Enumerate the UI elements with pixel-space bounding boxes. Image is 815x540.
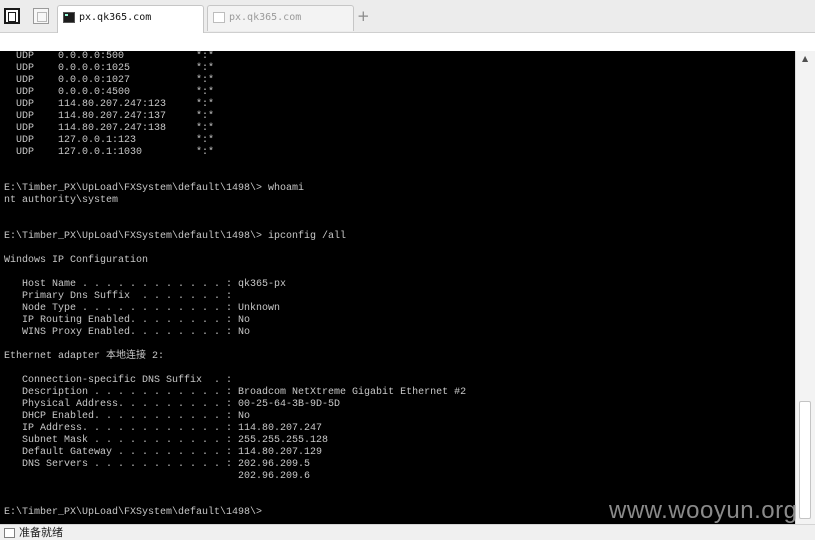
terminal-line: UDP 114.80.207.247:123 *:* xyxy=(4,99,215,110)
terminal-output: UDP 0.0.0.0:500 *:* UDP 0.0.0.0:1025 *:*… xyxy=(4,51,466,519)
document-icon xyxy=(213,12,225,23)
status-page-icon xyxy=(4,528,15,538)
terminal-line: Default Gateway . . . . . . . . . : 114.… xyxy=(4,447,323,458)
terminal-line: IP Address. . . . . . . . . . . . : 114.… xyxy=(4,423,323,434)
terminal-line: DNS Servers . . . . . . . . . . . : 202.… xyxy=(4,459,311,470)
terminal-line: E:\Timber_PX\UpLoad\FXSystem\default\149… xyxy=(4,507,263,518)
window-layout-icon[interactable] xyxy=(4,8,20,24)
terminal-line: E:\Timber_PX\UpLoad\FXSystem\default\149… xyxy=(4,231,347,242)
terminal-line: Node Type . . . . . . . . . . . . : Unkn… xyxy=(4,303,281,314)
tab-bar: px.qk365.com px.qk365.com + xyxy=(0,0,815,33)
terminal-line: Subnet Mask . . . . . . . . . . . : 255.… xyxy=(4,435,329,446)
terminal-line: UDP 0.0.0.0:1027 *:* xyxy=(4,75,215,86)
terminal-line: Ethernet adapter 本地连接 2: xyxy=(4,351,165,362)
terminal-line: UDP 114.80.207.247:138 *:* xyxy=(4,123,215,134)
status-bar: 准备就绪 xyxy=(0,524,815,540)
terminal-window[interactable]: UDP 0.0.0.0:500 *:* UDP 0.0.0.0:1025 *:*… xyxy=(0,51,795,524)
terminal-line: Connection-specific DNS Suffix . : xyxy=(4,375,233,386)
terminal-icon xyxy=(63,12,75,23)
terminal-line: WINS Proxy Enabled. . . . . . . . : No xyxy=(4,327,251,338)
terminal-line: UDP 127.0.0.1:123 *:* xyxy=(4,135,215,146)
terminal-line: UDP 0.0.0.0:500 *:* xyxy=(4,51,215,62)
terminal-line: 202.96.209.6 xyxy=(4,471,311,482)
tool-strip xyxy=(0,33,815,51)
terminal-line: DHCP Enabled. . . . . . . . . . . : No xyxy=(4,411,251,422)
terminal-line: E:\Timber_PX\UpLoad\FXSystem\default\149… xyxy=(4,183,305,194)
terminal-line: UDP 0.0.0.0:1025 *:* xyxy=(4,63,215,74)
terminal-line: UDP 127.0.0.1:1030 *:* xyxy=(4,147,215,158)
terminal-line: Host Name . . . . . . . . . . . . : qk36… xyxy=(4,279,287,290)
vertical-scrollbar[interactable]: ▲ xyxy=(795,51,815,524)
terminal-line: UDP 114.80.207.247:137 *:* xyxy=(4,111,215,122)
terminal-line: Windows IP Configuration xyxy=(4,255,149,266)
terminal-line: UDP 0.0.0.0:4500 *:* xyxy=(4,87,215,98)
terminal-line: IP Routing Enabled. . . . . . . . : No xyxy=(4,315,251,326)
watermark: www.wooyun.org xyxy=(609,497,798,524)
terminal-line: Physical Address. . . . . . . . . : 00-2… xyxy=(4,399,341,410)
terminal-line: Primary Dns Suffix . . . . . . . : xyxy=(4,291,233,302)
scroll-up-arrow-icon[interactable]: ▲ xyxy=(802,55,808,63)
terminal-line: Description . . . . . . . . . . . : Broa… xyxy=(4,387,467,398)
new-tab-button[interactable]: + xyxy=(357,6,370,26)
tab-label: px.qk365.com xyxy=(79,12,152,23)
tab-inactive[interactable]: px.qk365.com xyxy=(207,5,354,31)
terminal-line: nt authority\system xyxy=(4,195,119,206)
status-text: 准备就绪 xyxy=(19,526,63,539)
scrollbar-thumb[interactable] xyxy=(799,401,811,519)
tab-label: px.qk365.com xyxy=(229,12,302,23)
tab-active[interactable]: px.qk365.com xyxy=(57,5,204,33)
window-restore-icon[interactable] xyxy=(33,8,49,24)
